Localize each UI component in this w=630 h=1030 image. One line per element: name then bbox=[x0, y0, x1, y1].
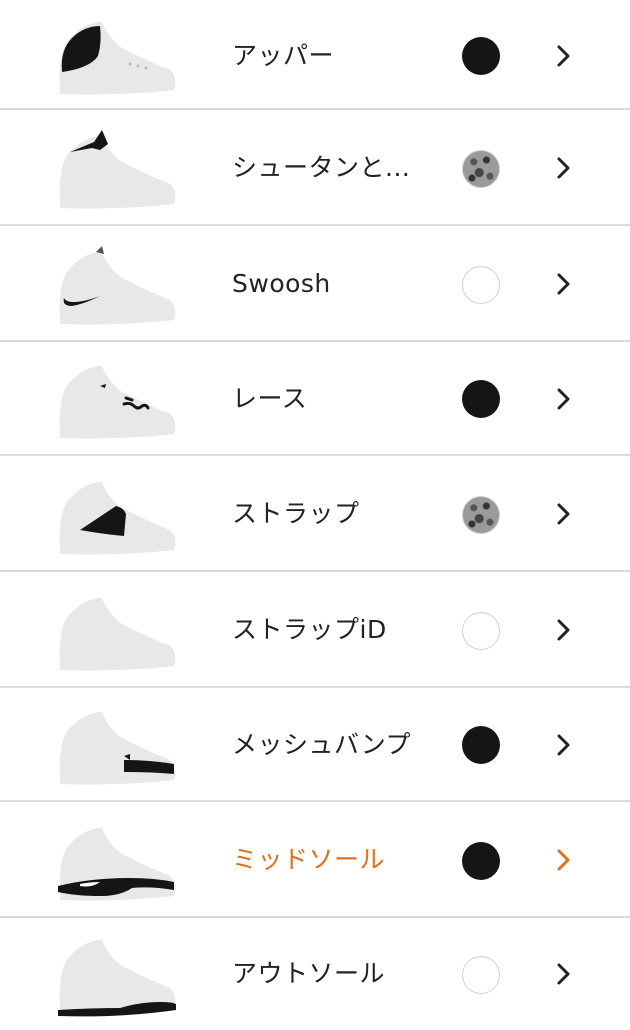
part-row-outsole[interactable]: アウトソール bbox=[0, 918, 630, 1024]
chevron-right-icon bbox=[552, 152, 576, 184]
part-label: レース bbox=[232, 384, 308, 413]
color-swatch bbox=[462, 496, 500, 534]
shoe-icon bbox=[50, 354, 182, 450]
part-row-tongue[interactable]: シュータンと... bbox=[0, 110, 630, 226]
part-label: メッシュバンプ bbox=[232, 730, 412, 759]
shoe-part-list: アッパー シュータンと... Swoosh レース ストラップ ストラップiD … bbox=[0, 0, 630, 1024]
chevron-right-icon bbox=[552, 729, 576, 761]
part-row-strap-id[interactable]: ストラップiD bbox=[0, 572, 630, 688]
color-swatch bbox=[462, 266, 500, 304]
color-swatch bbox=[462, 726, 500, 764]
part-label: シュータンと... bbox=[232, 153, 411, 182]
part-label: Swoosh bbox=[232, 269, 331, 298]
shoe-icon bbox=[50, 10, 182, 106]
chevron-right-icon bbox=[552, 614, 576, 646]
part-label: アッパー bbox=[232, 41, 335, 70]
shoe-icon bbox=[50, 816, 182, 912]
color-swatch bbox=[462, 380, 500, 418]
part-row-mesh-bump[interactable]: メッシュバンプ bbox=[0, 688, 630, 802]
shoe-icon bbox=[50, 928, 182, 1024]
chevron-right-icon bbox=[552, 40, 576, 72]
shoe-icon bbox=[50, 240, 182, 336]
chevron-right-icon bbox=[552, 958, 576, 990]
color-swatch bbox=[462, 612, 500, 650]
part-label: アウトソール bbox=[232, 959, 386, 988]
color-swatch bbox=[462, 842, 500, 880]
part-row-strap[interactable]: ストラップ bbox=[0, 456, 630, 572]
part-label: ストラップ bbox=[232, 499, 360, 528]
color-swatch bbox=[462, 150, 500, 188]
color-swatch bbox=[462, 956, 500, 994]
part-label: ストラップiD bbox=[232, 615, 387, 644]
shoe-icon bbox=[50, 470, 182, 566]
chevron-right-icon bbox=[552, 383, 576, 415]
shoe-icon bbox=[50, 586, 182, 682]
shoe-icon bbox=[50, 700, 182, 796]
part-row-laces[interactable]: レース bbox=[0, 342, 630, 456]
chevron-right-icon bbox=[552, 498, 576, 530]
chevron-right-icon bbox=[552, 844, 576, 876]
part-row-upper[interactable]: アッパー bbox=[0, 0, 630, 110]
part-row-swoosh[interactable]: Swoosh bbox=[0, 226, 630, 342]
part-label: ミッドソール bbox=[232, 845, 386, 874]
chevron-right-icon bbox=[552, 268, 576, 300]
color-swatch bbox=[462, 37, 500, 75]
part-row-midsole[interactable]: ミッドソール bbox=[0, 802, 630, 918]
shoe-icon bbox=[50, 124, 182, 220]
